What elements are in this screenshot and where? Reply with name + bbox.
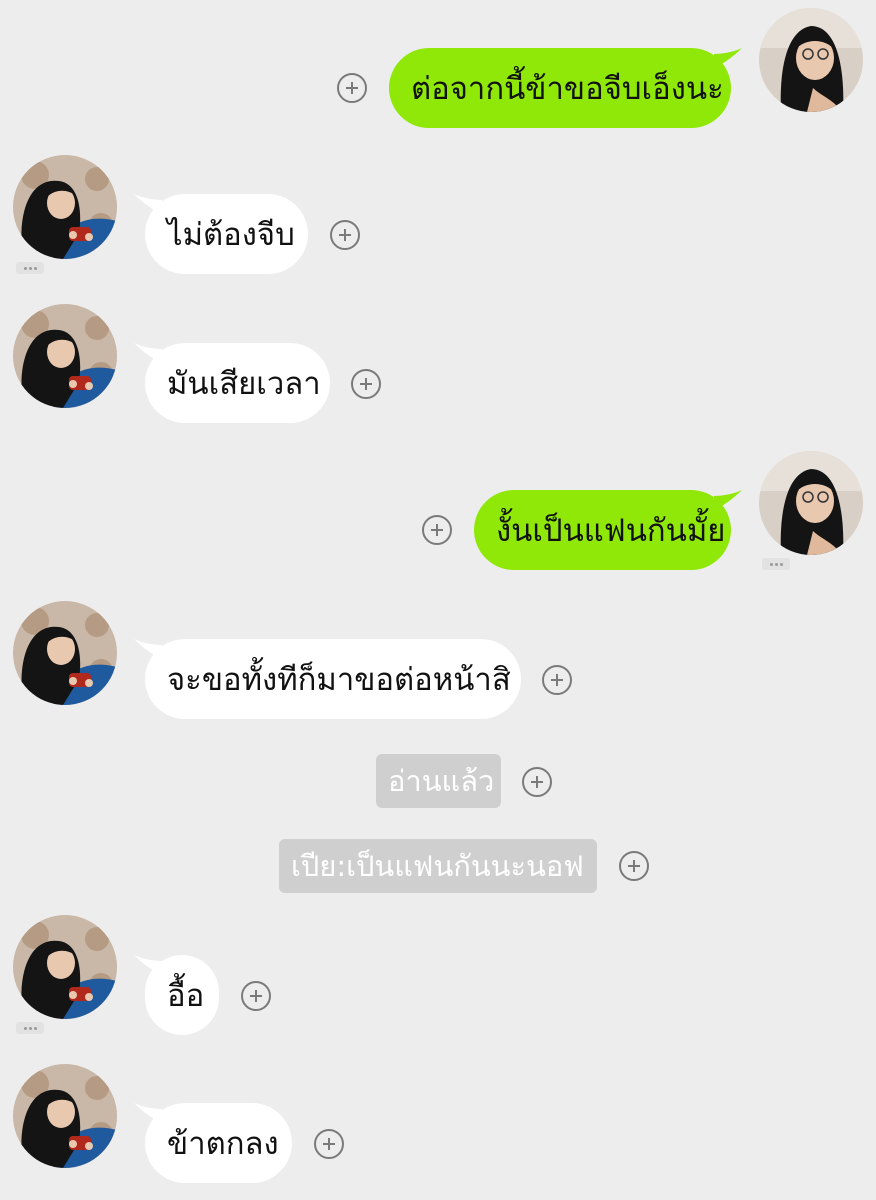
message-bubble-incoming[interactable]: ไม่ต้องจีบ bbox=[145, 194, 308, 274]
message-bubble-incoming[interactable]: ข้าตกลง bbox=[145, 1103, 292, 1183]
plus-icon bbox=[323, 1138, 335, 1150]
message-bubble-outgoing[interactable]: งั้นเป็นแฟนกันมั้ย bbox=[474, 490, 731, 570]
contact-avatar[interactable] bbox=[13, 304, 117, 408]
add-reaction-button[interactable] bbox=[619, 851, 649, 881]
message-bubble-incoming[interactable]: มันเสียเวลา bbox=[145, 343, 330, 423]
add-reaction-button[interactable] bbox=[422, 515, 452, 545]
more-options-icon[interactable] bbox=[762, 558, 790, 570]
add-reaction-button[interactable] bbox=[337, 73, 367, 103]
plus-icon bbox=[360, 378, 372, 390]
add-reaction-button[interactable] bbox=[314, 1129, 344, 1159]
message-text: ไม่ต้องจีบ bbox=[167, 217, 295, 253]
plus-icon bbox=[551, 674, 563, 686]
message-text: มันเสียเวลา bbox=[167, 366, 321, 402]
plus-icon bbox=[346, 82, 358, 94]
contact-avatar[interactable] bbox=[13, 915, 117, 1019]
message-text: งั้นเป็นแฟนกันมั้ย bbox=[496, 513, 726, 549]
message-bubble-incoming[interactable]: จะขอทั้งทีก็มาขอต่อหน้าสิ bbox=[145, 639, 521, 719]
plus-icon bbox=[431, 524, 443, 536]
add-reaction-button[interactable] bbox=[241, 981, 271, 1011]
message-text: ข้าตกลง bbox=[167, 1126, 279, 1162]
add-reaction-button[interactable] bbox=[542, 665, 572, 695]
add-reaction-button[interactable] bbox=[330, 220, 360, 250]
more-options-icon[interactable] bbox=[16, 1022, 44, 1034]
my-avatar[interactable] bbox=[759, 451, 863, 555]
message-text: จะขอทั้งทีก็มาขอต่อหน้าสิ bbox=[167, 662, 511, 698]
message-bubble-outgoing[interactable]: ต่อจากนี้ข้าขอจีบเอ็งนะ bbox=[389, 48, 731, 128]
system-message-text: เปีย:เป็นแฟนกันนะนอฟ bbox=[291, 849, 584, 883]
contact-avatar[interactable] bbox=[13, 155, 117, 259]
my-avatar[interactable] bbox=[759, 8, 863, 112]
more-options-icon[interactable] bbox=[16, 262, 44, 274]
contact-avatar[interactable] bbox=[13, 601, 117, 705]
contact-avatar[interactable] bbox=[13, 1064, 117, 1168]
message-text: อื้อ bbox=[167, 978, 205, 1014]
add-reaction-button[interactable] bbox=[522, 767, 552, 797]
add-reaction-button[interactable] bbox=[351, 369, 381, 399]
message-bubble-incoming[interactable]: อื้อ bbox=[145, 955, 219, 1035]
plus-icon bbox=[250, 990, 262, 1002]
system-message-note: เปีย:เป็นแฟนกันนะนอฟ bbox=[279, 839, 597, 893]
plus-icon bbox=[531, 776, 543, 788]
plus-icon bbox=[339, 229, 351, 241]
system-message-text: อ่านแล้ว bbox=[388, 764, 495, 798]
system-message-read: อ่านแล้ว bbox=[376, 754, 501, 808]
plus-icon bbox=[628, 860, 640, 872]
message-text: ต่อจากนี้ข้าขอจีบเอ็งนะ bbox=[411, 71, 724, 107]
